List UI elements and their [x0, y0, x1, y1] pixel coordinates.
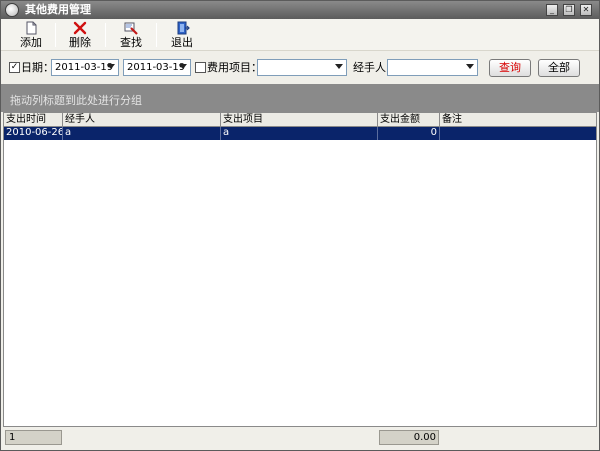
cell-handler[interactable]: a: [63, 127, 221, 140]
exit-door-icon: [177, 21, 190, 35]
chevron-down-icon[interactable]: [107, 64, 115, 69]
cell-time[interactable]: 2010-06-26 16:: [4, 127, 63, 140]
column-header-amount[interactable]: 支出金额: [378, 113, 440, 127]
app-icon: [5, 3, 19, 17]
toolbar-separator: [55, 23, 56, 47]
find-label: 查找: [120, 36, 142, 49]
date-from-value: 2011-03-19: [55, 62, 114, 73]
column-header-item[interactable]: 支出项目: [221, 113, 378, 127]
table-row[interactable]: 2010-06-26 16: a a 0: [4, 127, 596, 140]
column-header-time[interactable]: 支出时间: [4, 113, 63, 127]
toolbar-separator: [105, 23, 106, 47]
window-title: 其他费用管理: [25, 3, 91, 16]
date-checkbox[interactable]: ✓: [9, 62, 20, 73]
status-bar: 1 0.00: [3, 429, 597, 447]
delete-label: 删除: [69, 36, 91, 49]
exit-label: 退出: [171, 36, 193, 49]
toolbar: 添加 删除 查找 退出: [1, 19, 599, 51]
cell-item[interactable]: a: [221, 127, 378, 140]
grid-header: 支出时间 经手人 支出项目 支出金额 备注: [4, 113, 596, 127]
chevron-down-icon[interactable]: [335, 64, 343, 69]
show-all-button[interactable]: 全部: [538, 59, 580, 77]
record-count: 1: [5, 430, 62, 445]
date-label: 日期：: [21, 61, 54, 74]
expense-window: 其他费用管理 _ ❐ ✕ 添加 删除 查找 退出 ✓ 日期： 2011-03-1…: [0, 0, 600, 451]
expense-item-select[interactable]: [257, 59, 347, 76]
total-amount: 0.00: [379, 430, 439, 445]
group-hint: 拖动列标题到此处进行分组: [10, 94, 142, 107]
title-bar[interactable]: 其他费用管理 _ ❐ ✕: [1, 1, 599, 19]
column-header-handler[interactable]: 经手人: [63, 113, 221, 127]
query-button[interactable]: 查询: [489, 59, 531, 77]
delete-x-icon: [73, 21, 87, 35]
handler-select[interactable]: [387, 59, 478, 76]
delete-button[interactable]: 删除: [62, 20, 98, 50]
new-document-icon: [26, 21, 37, 35]
column-header-note[interactable]: 备注: [440, 113, 596, 127]
find-icon: [124, 22, 138, 35]
date-to-picker[interactable]: 2011-03-19: [123, 59, 191, 76]
add-button[interactable]: 添加: [13, 20, 49, 50]
exit-button[interactable]: 退出: [164, 20, 200, 50]
date-from-picker[interactable]: 2011-03-19: [51, 59, 119, 76]
cell-amount[interactable]: 0: [378, 127, 440, 140]
item-label: 费用项目：: [207, 61, 262, 74]
find-button[interactable]: 查找: [113, 20, 149, 50]
group-by-panel[interactable]: 拖动列标题到此处进行分组: [1, 84, 599, 112]
cell-note[interactable]: [440, 127, 596, 140]
chevron-down-icon[interactable]: [179, 64, 187, 69]
chevron-down-icon[interactable]: [466, 64, 474, 69]
expense-grid: 支出时间 经手人 支出项目 支出金额 备注 2010-06-26 16: a a…: [3, 112, 597, 427]
add-label: 添加: [20, 36, 42, 49]
item-checkbox[interactable]: [195, 62, 206, 73]
minimize-icon[interactable]: _: [546, 4, 558, 16]
toolbar-separator: [156, 23, 157, 47]
date-to-value: 2011-03-19: [127, 62, 186, 73]
filter-bar: ✓ 日期： 2011-03-19 2011-03-19 费用项目： 经手人： 查…: [1, 52, 599, 82]
close-icon[interactable]: ✕: [580, 4, 592, 16]
restore-icon[interactable]: ❐: [563, 4, 575, 16]
